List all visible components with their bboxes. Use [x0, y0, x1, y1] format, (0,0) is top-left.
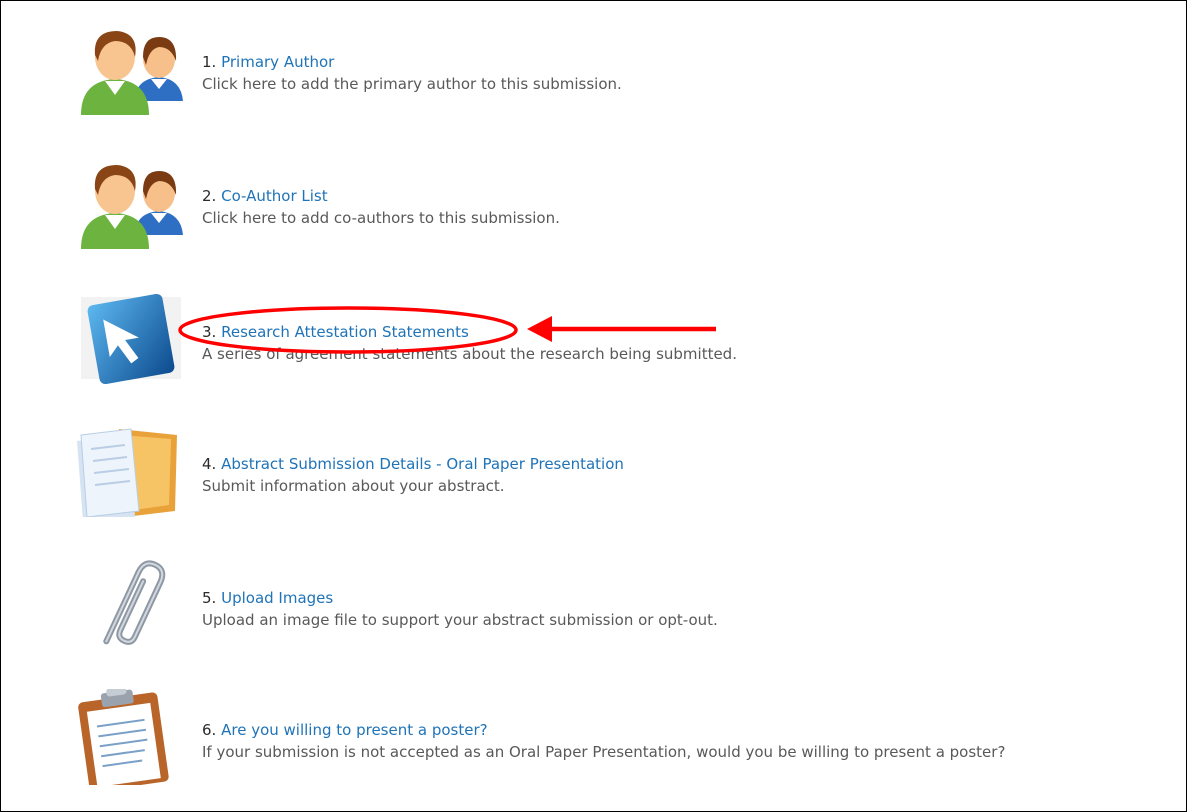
step-poster-willingness[interactable]: 6. Are you willing to present a poster? … [73, 689, 1173, 785]
step-number: 4. [202, 455, 217, 473]
poster-willingness-link[interactable]: Are you willing to present a poster? [221, 721, 487, 739]
step-description: If your submission is not accepted as an… [202, 743, 1006, 761]
research-attestation-link[interactable]: Research Attestation Statements [221, 323, 469, 341]
upload-images-link[interactable]: Upload Images [221, 589, 333, 607]
paperclip-icon[interactable] [73, 553, 189, 649]
step-description: A series of agreement statements about t… [202, 345, 737, 363]
abstract-submission-link[interactable]: Abstract Submission Details - Oral Paper… [221, 455, 624, 473]
step-description: Click here to add the primary author to … [202, 75, 622, 93]
step-number: 1. [202, 53, 217, 71]
clipboard-icon[interactable] [73, 689, 189, 785]
step-upload-images[interactable]: 5. Upload Images Upload an image file to… [73, 553, 1173, 649]
primary-author-link[interactable]: Primary Author [221, 53, 334, 71]
people-icon[interactable] [73, 23, 189, 119]
step-number: 2. [202, 187, 217, 205]
step-number: 5. [202, 589, 217, 607]
co-author-list-link[interactable]: Co-Author List [221, 187, 328, 205]
step-research-attestation[interactable]: 3. Research Attestation Statements A ser… [73, 289, 1173, 385]
step-primary-author[interactable]: 1. Primary Author Click here to add the … [73, 23, 1173, 119]
step-abstract-submission[interactable]: 4. Abstract Submission Details - Oral Pa… [73, 421, 1173, 517]
step-description: Upload an image file to support your abs… [202, 611, 718, 629]
step-description: Submit information about your abstract. [202, 477, 505, 495]
cursor-arrow-icon[interactable] [73, 289, 189, 385]
content-frame: 1. Primary Author Click here to add the … [0, 0, 1187, 812]
people-icon[interactable] [73, 157, 189, 253]
step-co-author-list[interactable]: 2. Co-Author List Click here to add co-a… [73, 157, 1173, 253]
step-number: 6. [202, 721, 217, 739]
step-description: Click here to add co-authors to this sub… [202, 209, 560, 227]
documents-folder-icon[interactable] [73, 421, 189, 517]
step-number: 3. [202, 323, 217, 341]
